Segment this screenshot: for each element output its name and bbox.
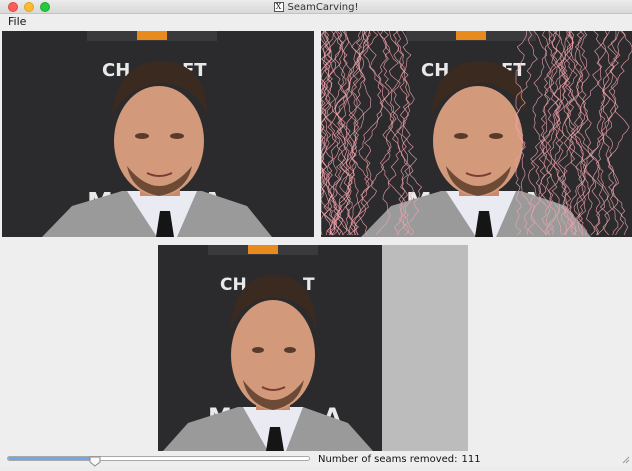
seam-slider-fill [8, 457, 96, 460]
resize-grip-icon[interactable] [621, 455, 630, 464]
seam-slider-thumb[interactable] [89, 452, 101, 467]
title-bar[interactable]: X SeamCarving! [0, 0, 632, 14]
app-window: X SeamCarving! File CH ET MA A [0, 0, 632, 467]
removed-area [382, 245, 468, 451]
carved-image: CH T MA A [158, 245, 382, 451]
original-image: CH ET MA A [2, 31, 314, 237]
seams-image: CH ET MA A [321, 31, 632, 237]
menu-bar: File [0, 14, 632, 30]
window-title-group: X SeamCarving! [0, 0, 632, 14]
seam-slider-track[interactable] [7, 456, 310, 461]
window-title: SeamCarving! [287, 1, 359, 13]
seams-count: 111 [461, 454, 481, 465]
x11-icon: X [273, 2, 284, 12]
menu-file[interactable]: File [8, 15, 26, 28]
seams-status: Number of seams removed: 111 [318, 454, 481, 465]
seams-status-label: Number of seams removed: [318, 454, 458, 465]
